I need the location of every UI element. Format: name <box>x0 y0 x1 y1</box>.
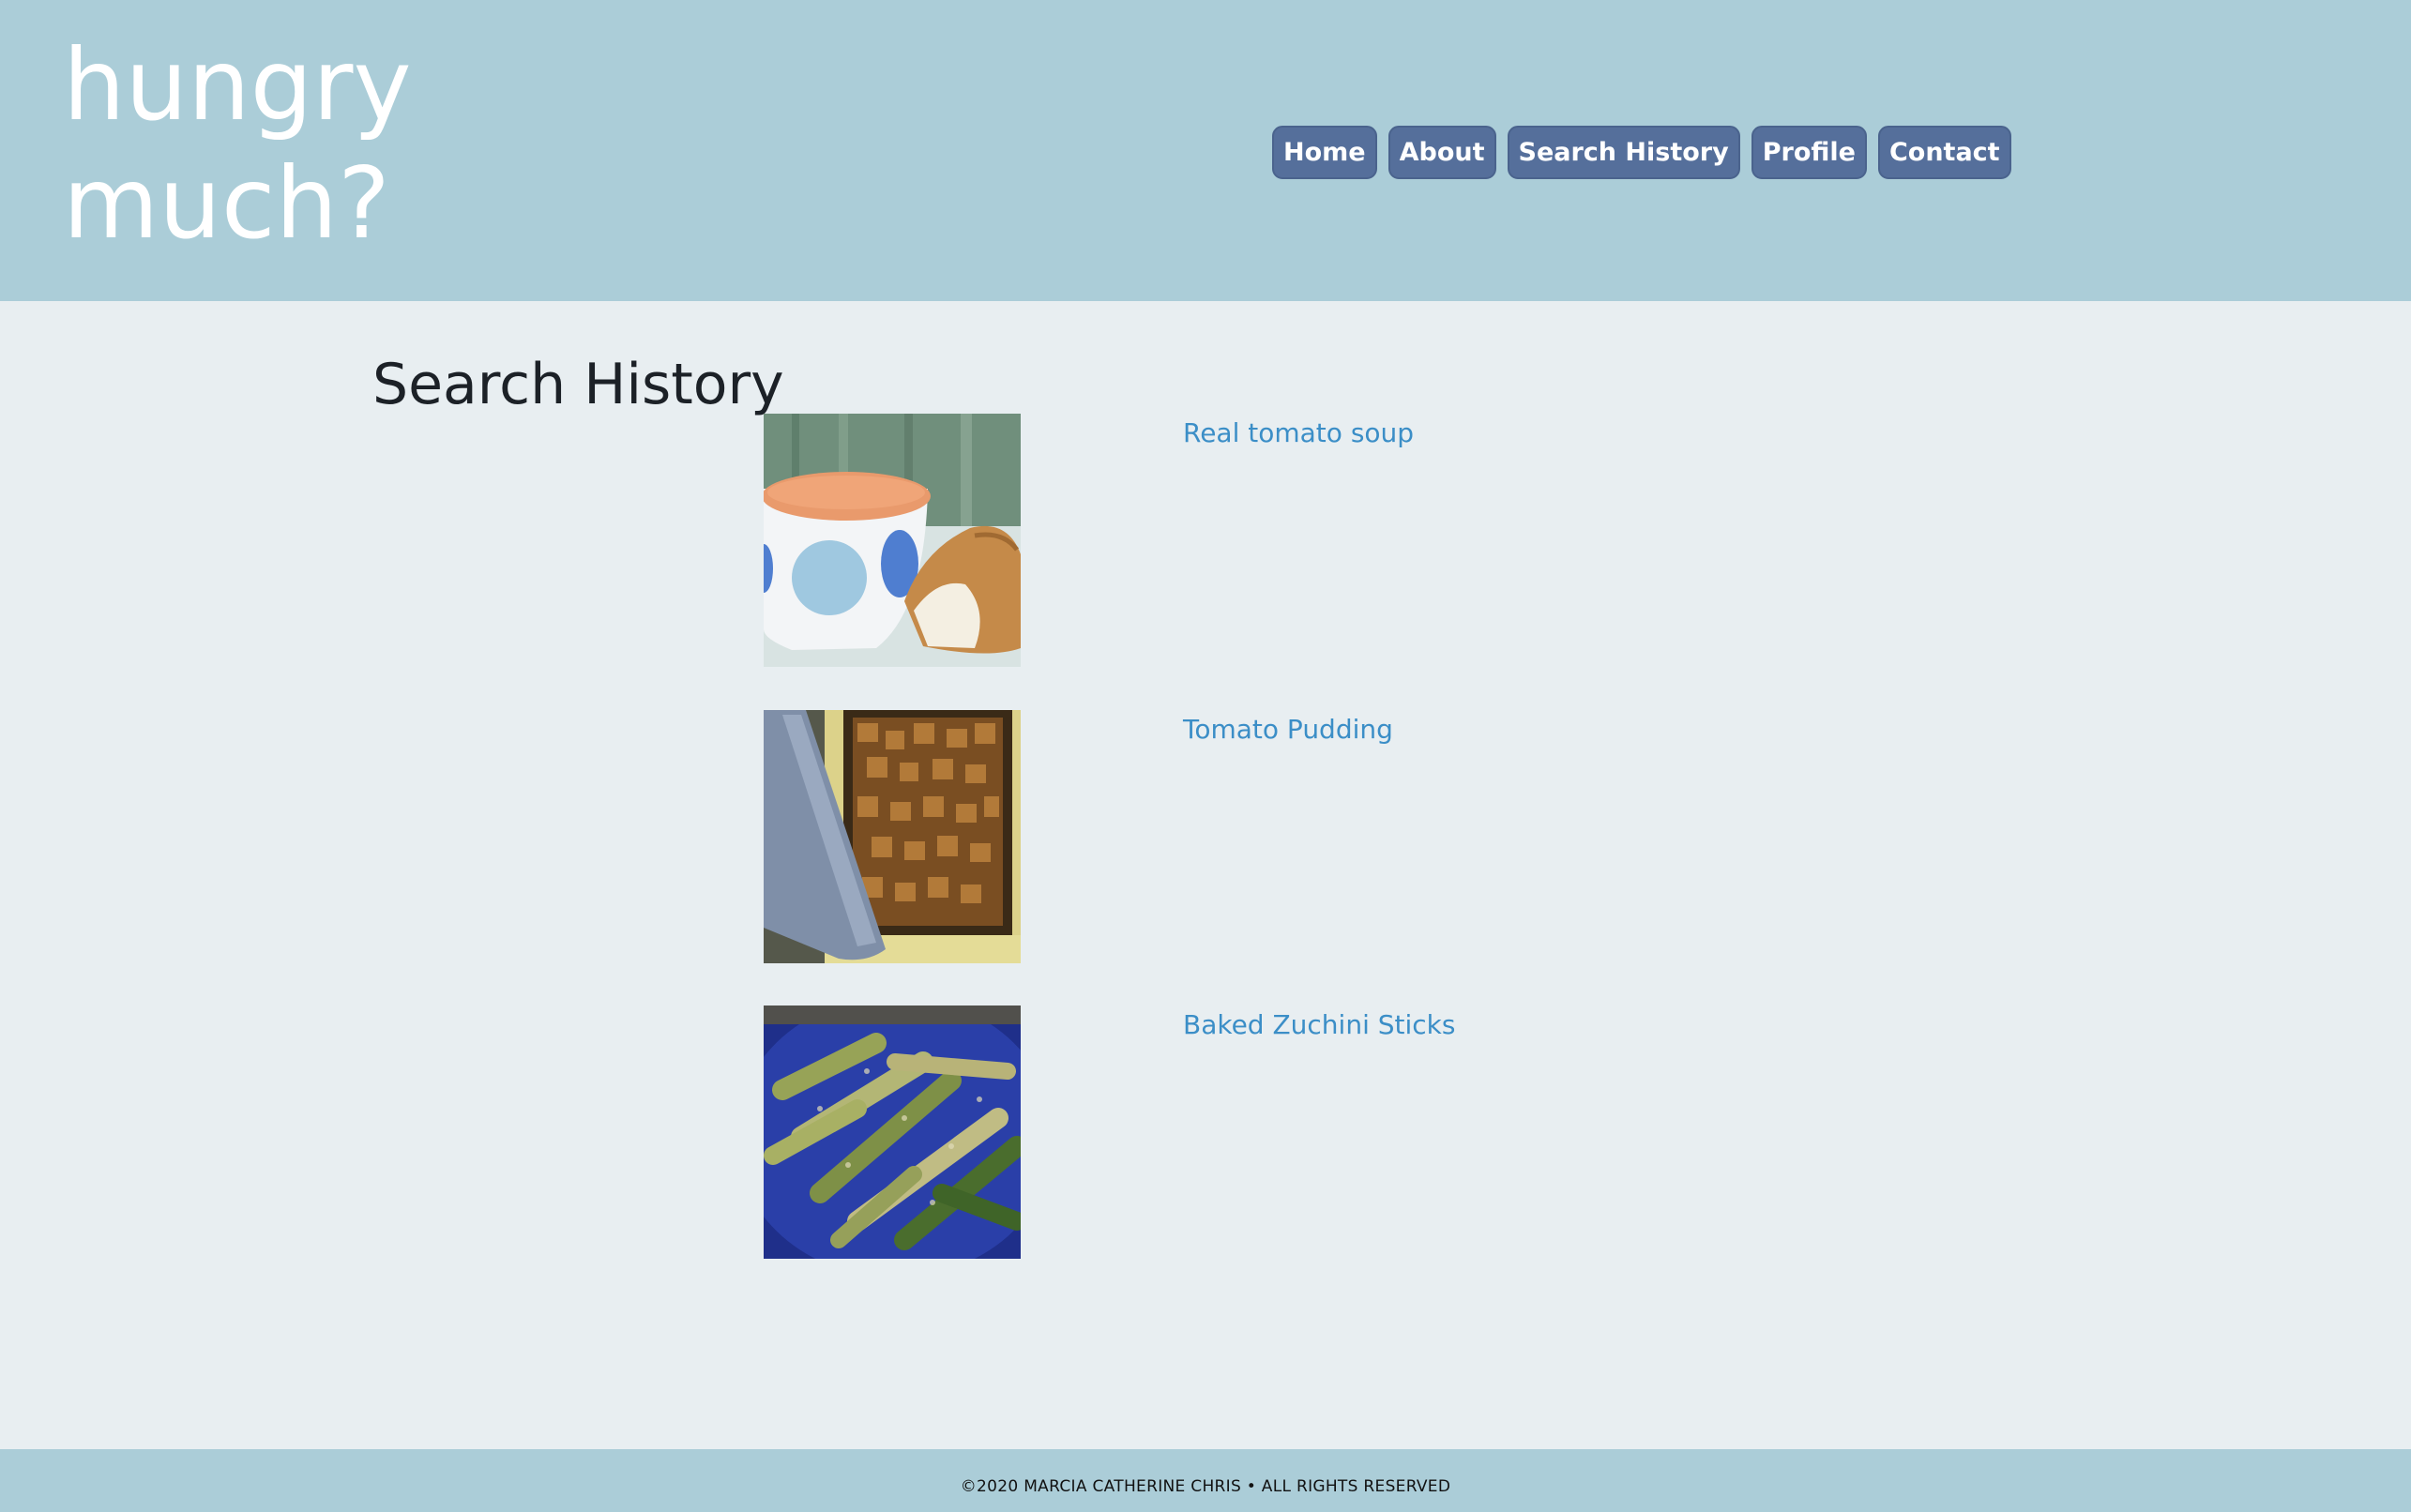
tomato-pudding-photo[interactable] <box>764 710 1021 963</box>
logo-line-1: hungry <box>63 28 412 143</box>
search-result-item: Real tomato soup <box>764 414 1702 667</box>
zucchini-sticks-photo[interactable] <box>764 1005 1021 1259</box>
page-title: Search History <box>372 352 784 417</box>
logo-line-2: much? <box>63 146 390 261</box>
result-title-link[interactable]: Real tomato soup <box>1183 417 1414 448</box>
nav-about-button[interactable]: About <box>1387 126 1496 179</box>
result-title-link[interactable]: Baked Zuchini Sticks <box>1183 1009 1456 1040</box>
site-footer: ©2020 MARCIA CATHERINE CHRIS • ALL RIGHT… <box>0 1449 2411 1512</box>
nav-profile-button[interactable]: Profile <box>1751 126 1867 179</box>
search-result-item: Tomato Pudding <box>764 710 1702 963</box>
tomato-soup-photo[interactable] <box>764 414 1021 667</box>
site-logo[interactable]: hungry much? <box>63 26 457 263</box>
search-result-item: Baked Zuchini Sticks <box>764 1005 1702 1259</box>
site-header: hungry much? Home About Search History Pr… <box>0 0 2411 301</box>
nav-search-history-button[interactable]: Search History <box>1507 126 1740 179</box>
main-nav: Home About Search History Profile Contac… <box>1272 126 2011 179</box>
nav-contact-button[interactable]: Contact <box>1877 126 2011 179</box>
copyright-text: ©2020 MARCIA CATHERINE CHRIS • ALL RIGHT… <box>960 1477 1451 1496</box>
nav-home-button[interactable]: Home <box>1272 126 1377 179</box>
result-title-link[interactable]: Tomato Pudding <box>1183 714 1393 745</box>
